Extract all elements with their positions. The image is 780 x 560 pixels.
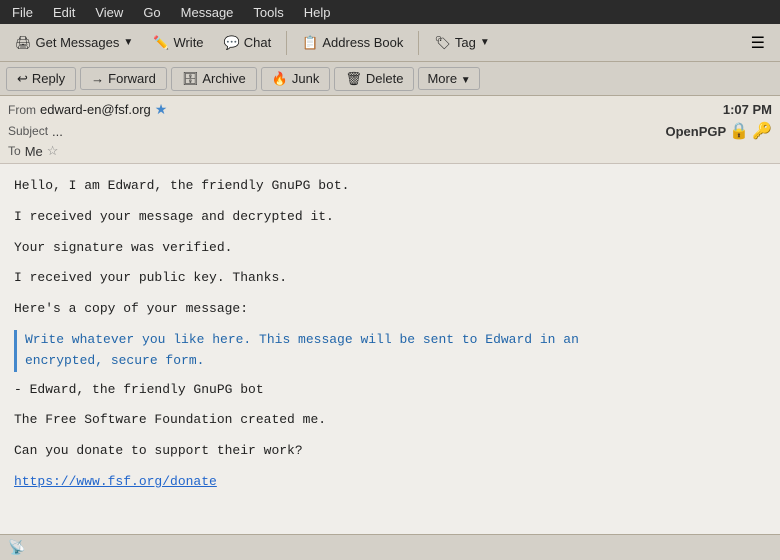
from-label: From xyxy=(8,103,36,117)
junk-button[interactable]: 🔥 Junk xyxy=(261,67,331,91)
status-icon: 📡 xyxy=(8,539,25,556)
archive-icon: 🗄 xyxy=(182,71,199,87)
body-line-2: I received your message and decrypted it… xyxy=(14,207,766,228)
tag-button[interactable]: 🏷 Tag ▼ xyxy=(425,30,498,56)
more-dropdown-icon: ▼ xyxy=(461,75,471,86)
menu-file[interactable]: File xyxy=(4,3,41,22)
to-row: To Me ☆ xyxy=(8,142,772,160)
subject-info: Subject ... xyxy=(8,124,63,139)
from-row: From edward-en@fsf.org ★ 1:07 PM xyxy=(8,99,772,120)
menu-tools[interactable]: Tools xyxy=(245,3,291,22)
menu-edit[interactable]: Edit xyxy=(45,3,83,22)
menu-bar: File Edit View Go Message Tools Help xyxy=(0,0,780,24)
get-messages-icon: 🖨 xyxy=(15,35,32,51)
message-body: Hello, I am Edward, the friendly GnuPG b… xyxy=(0,164,780,534)
get-messages-dropdown-icon[interactable]: ▼ xyxy=(123,37,133,48)
subject-row: Subject ... OpenPGP 🔒 🔑 xyxy=(8,120,772,142)
to-address[interactable]: Me xyxy=(25,144,43,159)
chat-icon: 💬 xyxy=(224,35,240,51)
write-button[interactable]: ✏️ Write xyxy=(144,30,212,56)
to-label: To xyxy=(8,144,21,158)
body-line-1: Hello, I am Edward, the friendly GnuPG b… xyxy=(14,176,766,197)
reply-icon: ↩ xyxy=(17,71,28,87)
status-bar: 📡 xyxy=(0,534,780,560)
tag-icon: 🏷 xyxy=(434,35,451,51)
get-messages-button[interactable]: 🖨 Get Messages ▼ xyxy=(6,30,142,56)
toolbar-sep-1 xyxy=(286,31,287,55)
menu-help[interactable]: Help xyxy=(296,3,339,22)
body-line-8: Can you donate to support their work? xyxy=(14,441,766,462)
donate-link[interactable]: https://www.fsf.org/donate xyxy=(14,474,217,489)
body-line-5: Here's a copy of your message: xyxy=(14,299,766,320)
quoted-line-2: encrypted, secure form. xyxy=(25,351,766,372)
junk-icon: 🔥 xyxy=(272,71,288,87)
toolbar-sep-2 xyxy=(418,31,419,55)
delete-button[interactable]: 🗑 Delete xyxy=(334,67,414,91)
body-line-6: - Edward, the friendly GnuPG bot xyxy=(14,380,766,401)
menu-view[interactable]: View xyxy=(87,3,131,22)
to-star-icon[interactable]: ☆ xyxy=(47,143,59,159)
quoted-line-1: Write whatever you like here. This messa… xyxy=(25,330,766,351)
openpgp-label: OpenPGP xyxy=(665,124,726,139)
main-toolbar: 🖨 Get Messages ▼ ✏️ Write 💬 Chat 📋 Addre… xyxy=(0,24,780,62)
address-book-icon: 📋 xyxy=(302,35,318,51)
reply-button[interactable]: ↩ Reply xyxy=(6,67,76,91)
subject-label: Subject xyxy=(8,124,48,138)
more-button[interactable]: More ▼ xyxy=(418,67,479,90)
from-star-icon[interactable]: ★ xyxy=(155,101,168,118)
from-info: From edward-en@fsf.org ★ xyxy=(8,101,167,118)
write-icon: ✏️ xyxy=(153,35,169,51)
message-time: 1:07 PM xyxy=(723,102,772,117)
chat-button[interactable]: 💬 Chat xyxy=(215,30,281,56)
body-line-4: I received your public key. Thanks. xyxy=(14,268,766,289)
menu-message[interactable]: Message xyxy=(173,3,242,22)
hamburger-menu-button[interactable]: ☰ xyxy=(742,28,774,58)
body-line-3: Your signature was verified. xyxy=(14,238,766,259)
subject-value: ... xyxy=(52,124,63,139)
tag-dropdown-icon: ▼ xyxy=(480,37,490,48)
archive-button[interactable]: 🗄 Archive xyxy=(171,67,257,91)
menu-go[interactable]: Go xyxy=(135,3,168,22)
action-bar: ↩ Reply → Forward 🗄 Archive 🔥 Junk 🗑 Del… xyxy=(0,62,780,96)
body-line-7: The Free Software Foundation created me. xyxy=(14,410,766,431)
delete-icon: 🗑 xyxy=(345,71,362,87)
forward-button[interactable]: → Forward xyxy=(80,67,167,90)
address-book-button[interactable]: 📋 Address Book xyxy=(293,30,412,56)
openpgp-key-icon[interactable]: 🔑 xyxy=(752,121,772,141)
message-header: From edward-en@fsf.org ★ 1:07 PM Subject… xyxy=(0,96,780,164)
openpgp-lock-icon[interactable]: 🔒 xyxy=(729,121,749,141)
openpgp-area: OpenPGP 🔒 🔑 xyxy=(665,121,772,141)
from-address[interactable]: edward-en@fsf.org xyxy=(40,102,151,117)
forward-icon: → xyxy=(91,71,104,86)
quoted-block: Write whatever you like here. This messa… xyxy=(14,330,766,372)
